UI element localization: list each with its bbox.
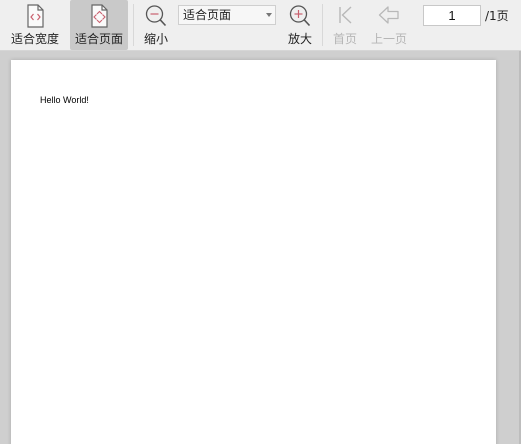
prev-page-label: 上一页 xyxy=(370,32,407,46)
zoom-level-value: 适合页面 xyxy=(183,8,232,22)
page-total-label: /1页 xyxy=(485,9,509,23)
zoom-out-icon xyxy=(144,3,168,29)
fit-page-button[interactable]: 适合页面 xyxy=(70,0,128,50)
prev-page-button[interactable]: 上一页 xyxy=(365,0,413,50)
toolbar: 适合宽度 适合页面 缩小 适合页面 放大 首页 上一页 1 /1页 xyxy=(0,0,521,51)
chevron-down-icon xyxy=(266,13,272,17)
document-text: Hello World! xyxy=(40,95,89,105)
fit-width-button[interactable]: 适合宽度 xyxy=(4,0,66,50)
fit-width-icon xyxy=(23,3,47,29)
document-page: Hello World! xyxy=(11,60,496,444)
zoom-in-label: 放大 xyxy=(287,32,312,46)
fit-page-icon xyxy=(87,3,111,29)
first-page-button[interactable]: 首页 xyxy=(328,0,362,50)
first-page-label: 首页 xyxy=(332,32,357,46)
fit-width-label: 适合宽度 xyxy=(10,32,59,46)
toolbar-separator xyxy=(133,4,134,46)
document-viewer[interactable]: Hello World! xyxy=(0,51,521,444)
toolbar-separator xyxy=(322,4,323,46)
zoom-level-select[interactable]: 适合页面 xyxy=(178,5,276,25)
zoom-out-label: 缩小 xyxy=(143,32,168,46)
zoom-in-icon xyxy=(288,3,312,29)
fit-page-label: 适合页面 xyxy=(74,32,123,46)
arrow-left-icon xyxy=(377,3,401,29)
page-number-input[interactable]: 1 xyxy=(423,5,481,26)
zoom-in-button[interactable]: 放大 xyxy=(283,0,317,50)
first-page-icon xyxy=(333,3,357,29)
zoom-out-button[interactable]: 缩小 xyxy=(140,0,172,50)
